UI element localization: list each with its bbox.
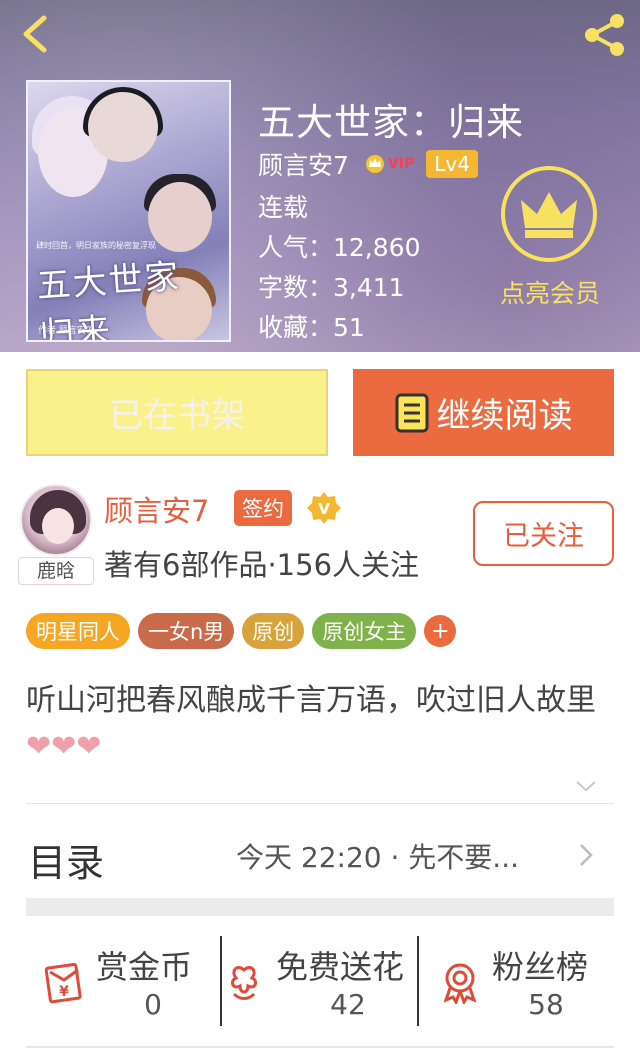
fans-value: 58 — [528, 988, 564, 1021]
vip-label: VIP — [387, 156, 415, 172]
tag-item[interactable]: 明星同人 — [26, 613, 130, 649]
member-circle — [501, 166, 597, 262]
book-author[interactable]: 顾言安7 — [258, 146, 349, 182]
toc-label: 目录 — [28, 841, 105, 885]
reward-coins-button[interactable]: ¥ 赏金币 0 — [42, 936, 212, 1026]
book-favorites: 收藏：51 — [258, 313, 365, 342]
back-button[interactable] — [14, 12, 58, 56]
avatar-tag: 鹿晗 — [18, 557, 94, 585]
chevron-down-icon[interactable] — [574, 778, 598, 794]
tag-item[interactable]: 原创女主 — [312, 613, 417, 649]
book-description: 听山河把春风酿成千言万语，吹过旧人故里 ❤❤❤ — [26, 678, 616, 770]
flower-label: 免费送花 — [276, 948, 405, 986]
tag-item[interactable]: 原创 — [242, 613, 305, 649]
chevron-right-icon — [580, 844, 593, 866]
cover-author: 作者 顾言安7 — [38, 326, 92, 336]
book-cover[interactable]: 肆时回首，明日家族的秘密复浮现 五大世家 归来 作者 顾言安7 — [26, 80, 231, 342]
share-button[interactable] — [580, 12, 630, 58]
continue-reading-button[interactable]: 继续阅读 — [353, 369, 614, 456]
book-title: 五大世家：归来 — [258, 101, 524, 144]
author-stats: 著有6部作品·156人关注 — [104, 548, 420, 582]
vip-badge: VIP — [363, 154, 414, 174]
table-of-contents-row[interactable]: 目录 今天 22:20 · 先不要... — [0, 804, 640, 898]
crown-icon — [521, 192, 577, 238]
book-icon — [395, 393, 428, 432]
tag-list: 明星同人 一女n男 原创 原创女主 + — [26, 613, 457, 649]
author-avatar[interactable] — [20, 484, 92, 556]
signed-badge: 签约 — [234, 490, 292, 526]
author-name[interactable]: 顾言安7 — [104, 488, 209, 530]
share-icon — [585, 14, 624, 56]
flower-value: 42 — [330, 988, 366, 1021]
medal-icon — [443, 963, 477, 1004]
member-button[interactable]: 点亮会员 — [490, 166, 610, 316]
vip-crown-icon — [365, 155, 384, 173]
red-envelope-icon: ¥ — [44, 962, 82, 1004]
fans-label: 粉丝榜 — [492, 948, 589, 986]
svg-text:¥: ¥ — [59, 984, 69, 1000]
heart-icon: ❤❤❤ — [26, 729, 102, 764]
follow-label: 已关注 — [503, 521, 584, 552]
stat-divider — [417, 936, 419, 1026]
back-arrow-icon — [23, 15, 47, 53]
follow-button[interactable]: 已关注 — [473, 501, 614, 566]
description-text: 听山河把春风酿成千言万语，吹过旧人故里 — [26, 683, 596, 718]
svg-text:V: V — [318, 500, 330, 518]
tag-item[interactable]: 一女n男 — [138, 613, 235, 649]
book-header: 肆时回首，明日家族的秘密复浮现 五大世家 归来 作者 顾言安7 五大世家：归来 … — [0, 0, 640, 352]
divider — [26, 1046, 614, 1048]
flower-icon — [231, 966, 257, 1000]
send-flower-button[interactable]: 免费送花 42 — [222, 936, 418, 1026]
book-status: 连载 — [258, 193, 309, 222]
section-separator — [26, 898, 614, 916]
reward-value: 0 — [144, 988, 162, 1021]
on-shelf-button[interactable]: 已在书架 — [26, 369, 328, 456]
add-tag-button[interactable]: + — [424, 615, 457, 647]
book-popularity: 人气：12,860 — [258, 233, 421, 262]
verified-v-icon: V — [307, 492, 341, 524]
reward-label: 赏金币 — [96, 948, 193, 986]
avatar-face — [42, 508, 74, 544]
level-badge: Lv4 — [426, 150, 478, 178]
latest-chapter: 今天 22:20 · 先不要... — [236, 841, 519, 874]
cover-figure — [88, 92, 158, 162]
member-label: 点亮会员 — [499, 279, 600, 308]
book-word-count: 字数：3,411 — [258, 273, 405, 302]
on-shelf-label: 已在书架 — [109, 396, 245, 436]
fans-ranking-button[interactable]: 粉丝榜 58 — [438, 936, 608, 1026]
author-row: 顾言安7 VIP Lv4 — [258, 146, 478, 182]
continue-reading-label: 继续阅读 — [436, 396, 573, 436]
